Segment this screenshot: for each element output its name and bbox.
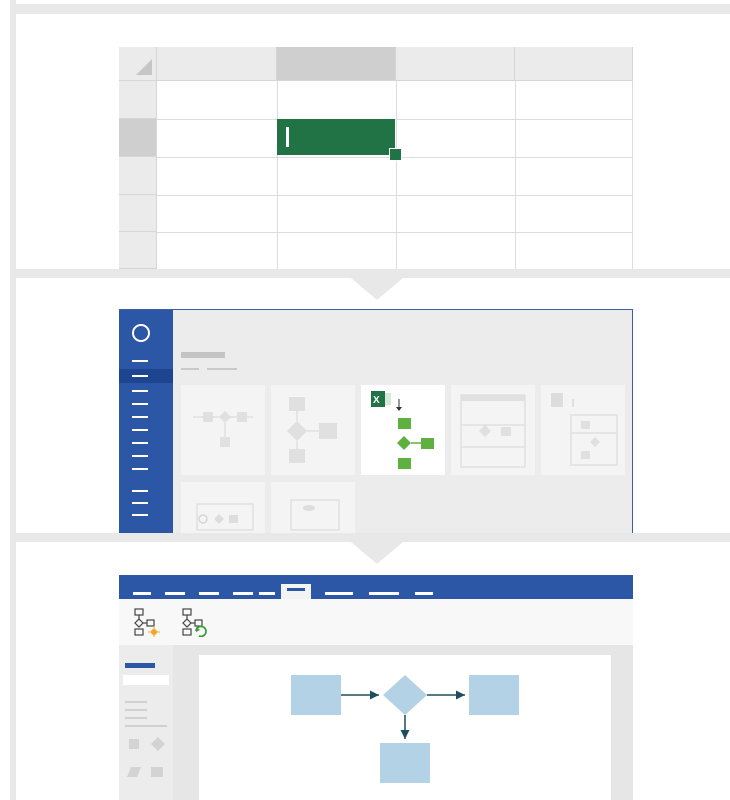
template-thumbnail-blank[interactable] [271, 482, 355, 533]
excel-worksheet [119, 47, 633, 269]
stencil-item[interactable] [125, 717, 147, 719]
template-thumbnail-audit-diagram[interactable] [181, 482, 265, 533]
data-shape-icon[interactable] [127, 767, 141, 777]
generated-flowchart [291, 675, 519, 783]
ribbon-tab-selected[interactable] [281, 584, 311, 599]
template-thumbnail-basic-flowchart[interactable] [271, 385, 355, 475]
blank-template-preview-icon [290, 499, 340, 531]
step-separator [10, 533, 730, 542]
column-header[interactable] [157, 47, 277, 81]
nav-item[interactable] [132, 429, 148, 431]
grid-line [157, 232, 633, 233]
nav-item[interactable] [132, 455, 148, 457]
grid-line [157, 195, 633, 196]
drawing-page[interactable] [199, 655, 611, 800]
ribbon-tab[interactable] [165, 592, 185, 595]
nav-item[interactable] [132, 416, 148, 418]
ribbon-tab[interactable] [199, 592, 219, 595]
flowchart-decision-shape[interactable] [383, 675, 427, 715]
column-header[interactable] [515, 47, 633, 81]
backstage-nav-rail [119, 310, 173, 533]
ribbon-tab[interactable] [259, 592, 275, 595]
step-arrow-down-icon [351, 542, 403, 564]
active-cell[interactable] [277, 119, 395, 155]
row-header[interactable] [119, 232, 157, 269]
flowchart-process-shape[interactable] [469, 675, 519, 715]
template-thumbnail-cross-functional-flowchart[interactable] [451, 385, 535, 475]
grid-line [632, 81, 633, 269]
grid-line [515, 81, 516, 269]
flowchart-process-shape[interactable] [291, 675, 341, 715]
nav-item[interactable] [132, 390, 148, 392]
grid-line [396, 81, 397, 269]
select-all-triangle-icon [136, 59, 152, 75]
nav-item[interactable] [132, 442, 148, 444]
template-thumbnail-data-visualizer-basic-flowchart[interactable]: X [361, 385, 445, 475]
nav-item[interactable] [132, 502, 148, 504]
ribbon-tab[interactable] [325, 592, 353, 595]
document-shape-icon[interactable] [151, 767, 163, 777]
audit-preview-icon [196, 503, 254, 531]
visio-editor-window [119, 575, 633, 800]
stencil-divider [125, 725, 167, 727]
nav-item[interactable] [132, 514, 148, 516]
svg-text:X: X [373, 395, 380, 406]
row-header-selected[interactable] [119, 119, 157, 157]
stencil-item[interactable] [125, 701, 147, 703]
cross-functional-preview-icon [460, 394, 526, 468]
drawing-canvas[interactable] [173, 645, 633, 800]
row-header[interactable] [119, 157, 157, 195]
ribbon-tab[interactable] [233, 592, 253, 595]
flowchart-sparkle-icon [134, 608, 160, 637]
process-shape-icon[interactable] [129, 739, 139, 749]
subheading-placeholder [207, 368, 237, 370]
nav-item[interactable] [132, 490, 148, 492]
template-thumbnail-data-visualizer-cross-functional[interactable] [541, 385, 625, 475]
select-all-corner[interactable] [119, 47, 157, 81]
subheading-placeholder [181, 368, 199, 370]
nav-item[interactable] [132, 360, 148, 362]
column-header-selected[interactable] [277, 47, 396, 81]
ribbon-tab-bar [119, 575, 633, 599]
shapes-pane [119, 645, 174, 800]
basic-flowchart-preview-icon [287, 397, 337, 463]
shapes-search-box[interactable] [123, 675, 169, 685]
nav-item-new[interactable] [132, 375, 148, 377]
flowchart-refresh-icon [182, 608, 207, 638]
frame-left-border [10, 0, 16, 800]
step-separator [10, 269, 730, 278]
frame-top-border [10, 4, 730, 14]
visio-start-screen: X [119, 309, 633, 533]
ribbon-tab-label [287, 588, 305, 591]
grid-line [277, 81, 278, 269]
flowchart-preview-icon [193, 411, 253, 447]
ribbon-tab[interactable] [133, 592, 151, 595]
refresh-diagram-button[interactable] [179, 607, 209, 638]
flowchart-process-shape[interactable] [380, 743, 430, 783]
row-header[interactable] [119, 81, 157, 119]
ribbon-toolbar [119, 599, 633, 646]
heading-placeholder [181, 352, 225, 358]
shapes-pane-title [125, 663, 155, 668]
decision-shape-icon[interactable] [151, 737, 165, 751]
nav-item[interactable] [132, 468, 148, 470]
ribbon-tab[interactable] [415, 592, 433, 595]
nav-item[interactable] [132, 403, 148, 405]
step-arrow-down-icon [351, 278, 403, 300]
excel-cross-functional-preview-icon [551, 393, 618, 466]
grid-line [157, 119, 633, 120]
ribbon-tab[interactable] [369, 592, 399, 595]
create-diagram-button[interactable] [131, 607, 161, 637]
excel-data-visualizer-preview-icon: X [371, 391, 434, 469]
back-icon[interactable] [132, 324, 150, 342]
text-cursor [286, 127, 289, 147]
template-thumbnail-flowchart[interactable] [181, 385, 265, 475]
fill-handle[interactable] [389, 148, 402, 161]
row-header[interactable] [119, 195, 157, 232]
column-header[interactable] [396, 47, 515, 81]
stencil-item[interactable] [125, 709, 147, 711]
